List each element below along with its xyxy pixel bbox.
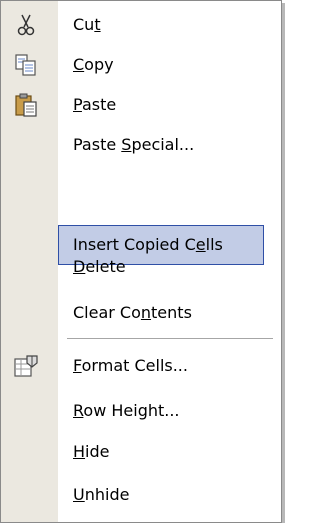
menu-item-row-height[interactable]: Row Height... [1,391,281,431]
menu-separator [67,338,273,339]
menu-item-delete[interactable]: Delete [1,247,281,287]
menu-item-label: Delete [73,257,126,276]
menu-item-copy[interactable]: Copy [1,45,281,85]
scissors-icon [13,12,39,38]
menu-item-label: Hide [73,442,110,461]
menu-item-hide[interactable]: Hide [1,432,281,472]
menu-item-clear-contents[interactable]: Clear Contents [1,293,281,333]
menu-item-label: Row Height... [73,401,180,420]
format-cells-icon [13,353,39,379]
menu-item-cut[interactable]: Cut [1,5,281,45]
clipboard-icon [13,92,39,118]
menu-item-label: Clear Contents [73,303,192,322]
menu-item-unhide[interactable]: Unhide [1,475,281,515]
menu-item-format-cells[interactable]: Format Cells... [1,346,281,386]
menu-item-label: Format Cells... [73,356,188,375]
menu-item-label: Cut [73,15,101,34]
context-menu: Cut Copy Paste Paste Special... Insert C… [0,0,282,523]
menu-item-paste[interactable]: Paste [1,85,281,125]
menu-item-label: Paste [73,95,117,114]
menu-item-label: Unhide [73,485,130,504]
menu-item-label: Copy [73,55,114,74]
menu-item-paste-special[interactable]: Paste Special... [1,125,281,165]
menu-item-label: Paste Special... [73,135,195,154]
copy-icon [13,52,39,78]
